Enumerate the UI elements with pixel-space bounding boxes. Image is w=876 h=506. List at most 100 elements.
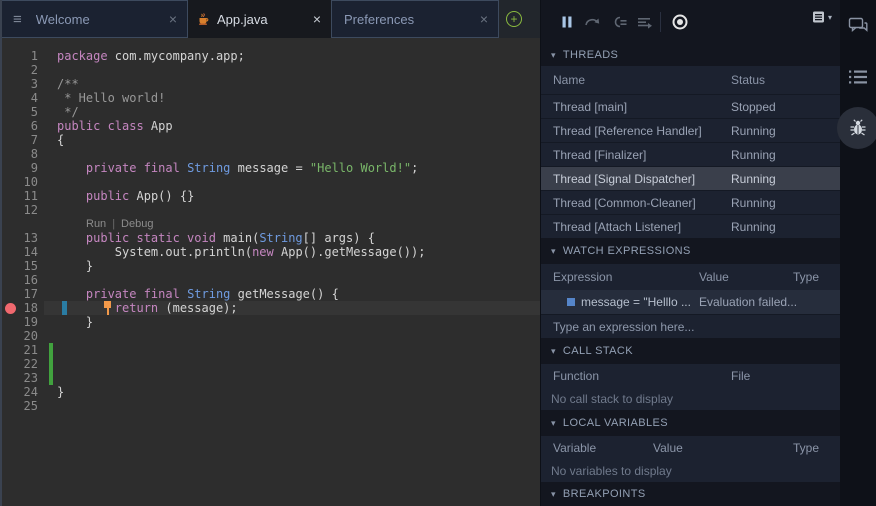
add-tab-button[interactable]: +: [499, 0, 529, 38]
code-line-23[interactable]: 23: [0, 371, 540, 385]
debug-console-selector[interactable]: ▾: [812, 10, 832, 24]
line-number: 13: [0, 231, 38, 245]
code-token: }: [57, 385, 64, 399]
debug-bug-icon[interactable]: [837, 107, 876, 149]
outline-list-icon[interactable]: [846, 65, 870, 89]
code-line-6[interactable]: 6public class App: [0, 119, 540, 133]
code-line-13[interactable]: 13 public static void main(String[] args…: [0, 231, 540, 245]
breakpoint-icon[interactable]: [5, 303, 16, 314]
tab-preferences[interactable]: Preferences ×: [331, 0, 499, 38]
threads-section-header[interactable]: ▾ THREADS: [541, 44, 840, 66]
watch-section-header[interactable]: ▾ WATCH EXPRESSIONS: [541, 238, 840, 264]
hamburger-menu-icon[interactable]: ≡: [13, 11, 22, 28]
code-editor[interactable]: 1package com.mycompany.app;23/**4 * Hell…: [0, 38, 540, 506]
threads-list: Thread [main]StoppedThread [Reference Ha…: [541, 94, 840, 238]
code-token: App: [144, 119, 173, 133]
code-line-16[interactable]: 16: [0, 273, 540, 287]
threads-table-header: Name Status: [541, 66, 840, 94]
codelens-separator: |: [112, 218, 115, 230]
call-stack-section-header[interactable]: ▾ CALL STACK: [541, 338, 840, 364]
code-token: (message);: [158, 301, 237, 315]
code-line-12[interactable]: 12: [0, 203, 540, 217]
code-line-5[interactable]: 5 */: [0, 105, 540, 119]
stop-button[interactable]: [667, 10, 693, 34]
codelens-run-link[interactable]: Run: [86, 218, 106, 230]
code-token: */: [57, 105, 79, 119]
code-line-8[interactable]: 8: [0, 147, 540, 161]
close-icon[interactable]: ×: [313, 11, 321, 27]
close-icon[interactable]: ×: [480, 11, 488, 27]
thread-row[interactable]: Thread [Attach Listener]Running: [541, 214, 840, 238]
column-header-expression: Expression: [553, 270, 612, 284]
code-line-4[interactable]: 4 * Hello world!: [0, 91, 540, 105]
code-token: return: [115, 301, 158, 315]
code-line-21[interactable]: 21: [0, 343, 540, 357]
tab-welcome[interactable]: ≡ Welcome ×: [0, 0, 188, 38]
thread-name: Thread [Finalizer]: [553, 148, 646, 162]
code-token: "Hello World!": [310, 161, 411, 175]
watch-table-header: Expression Value Type: [541, 264, 840, 290]
thread-row[interactable]: Thread [Finalizer] Running: [541, 142, 840, 166]
code-line-14[interactable]: 14 System.out.println(new App().getMessa…: [0, 245, 540, 259]
code-token: String: [187, 287, 230, 301]
chat-icon[interactable]: [846, 14, 870, 38]
plus-icon: +: [506, 11, 522, 27]
code-line-15[interactable]: 15 }: [0, 259, 540, 273]
thread-row[interactable]: Thread [Signal Dispatcher] Running: [541, 166, 840, 190]
line-number: 19: [0, 315, 38, 329]
code-line-3[interactable]: 3/**: [0, 77, 540, 91]
toolbar-separator: [660, 12, 661, 32]
line-number: 10: [0, 175, 38, 189]
thread-status: Running: [731, 172, 776, 186]
code-line-18[interactable]: 18 return (message);: [0, 301, 540, 315]
java-file-icon: [197, 13, 210, 26]
code-line-2[interactable]: 2: [0, 63, 540, 77]
thread-name: Thread [Reference Handler]: [553, 124, 702, 138]
tab-label: App.java: [217, 12, 303, 27]
line-number: 16: [0, 273, 38, 287]
watch-expression-input[interactable]: Type an expression here...: [541, 314, 840, 338]
tab-bar: ≡ Welcome × App.java × Pref: [0, 0, 540, 38]
local-variables-section-header[interactable]: ▾ LOCAL VARIABLES: [541, 410, 840, 436]
breakpoints-section-header[interactable]: ▾ BREAKPOINTS: [541, 482, 840, 506]
line-number: 25: [0, 399, 38, 413]
code-token: App() {}: [129, 189, 194, 203]
line-number: 17: [0, 287, 38, 301]
code-line-24[interactable]: 24}: [0, 385, 540, 399]
close-icon[interactable]: ×: [169, 11, 177, 27]
codelens-run-debug[interactable]: Run | Debug: [0, 217, 540, 231]
thread-row[interactable]: Thread [Common-Cleaner]Running: [541, 190, 840, 214]
watch-expression-row[interactable]: message = "Helllo ...Evaluation failed..…: [541, 290, 840, 314]
step-over-button[interactable]: [580, 10, 606, 34]
code-line-1[interactable]: 1package com.mycompany.app;: [0, 49, 540, 63]
line-number: 3: [0, 77, 38, 91]
tab-label: Welcome: [36, 12, 159, 27]
column-header-file: File: [731, 369, 750, 383]
thread-row[interactable]: Thread [main]Stopped: [541, 94, 840, 118]
section-title: LOCAL VARIABLES: [563, 417, 668, 429]
chevron-down-icon: ▾: [828, 13, 832, 22]
step-out-button[interactable]: [632, 10, 658, 34]
thread-row[interactable]: Thread [Reference Handler]Running: [541, 118, 840, 142]
step-into-button[interactable]: [606, 10, 632, 34]
console-icon: [812, 10, 825, 24]
local-variables-table-header: Variable Value Type: [541, 436, 840, 460]
code-line-22[interactable]: 22: [0, 357, 540, 371]
line-number: 7: [0, 133, 38, 147]
thread-status: Running: [731, 148, 776, 162]
pause-button[interactable]: [554, 10, 580, 34]
code-line-7[interactable]: 7{: [0, 133, 540, 147]
code-line-20[interactable]: 20: [0, 329, 540, 343]
thread-name: Thread [Signal Dispatcher]: [553, 172, 695, 186]
tab-app-java[interactable]: App.java ×: [188, 0, 331, 38]
code-line-10[interactable]: 10: [0, 175, 540, 189]
code-line-9[interactable]: 9 private final String message = "Hello …: [0, 161, 540, 175]
git-added-marker: [49, 343, 53, 357]
code-line-11[interactable]: 11 public App() {}: [0, 189, 540, 203]
code-token: private final: [86, 287, 180, 301]
code-line-25[interactable]: 25: [0, 399, 540, 413]
code-line-17[interactable]: 17 private final String getMessage() {: [0, 287, 540, 301]
code-line-19[interactable]: 19 }: [0, 315, 540, 329]
codelens-debug-link[interactable]: Debug: [121, 218, 153, 230]
column-header-variable: Variable: [553, 441, 596, 455]
